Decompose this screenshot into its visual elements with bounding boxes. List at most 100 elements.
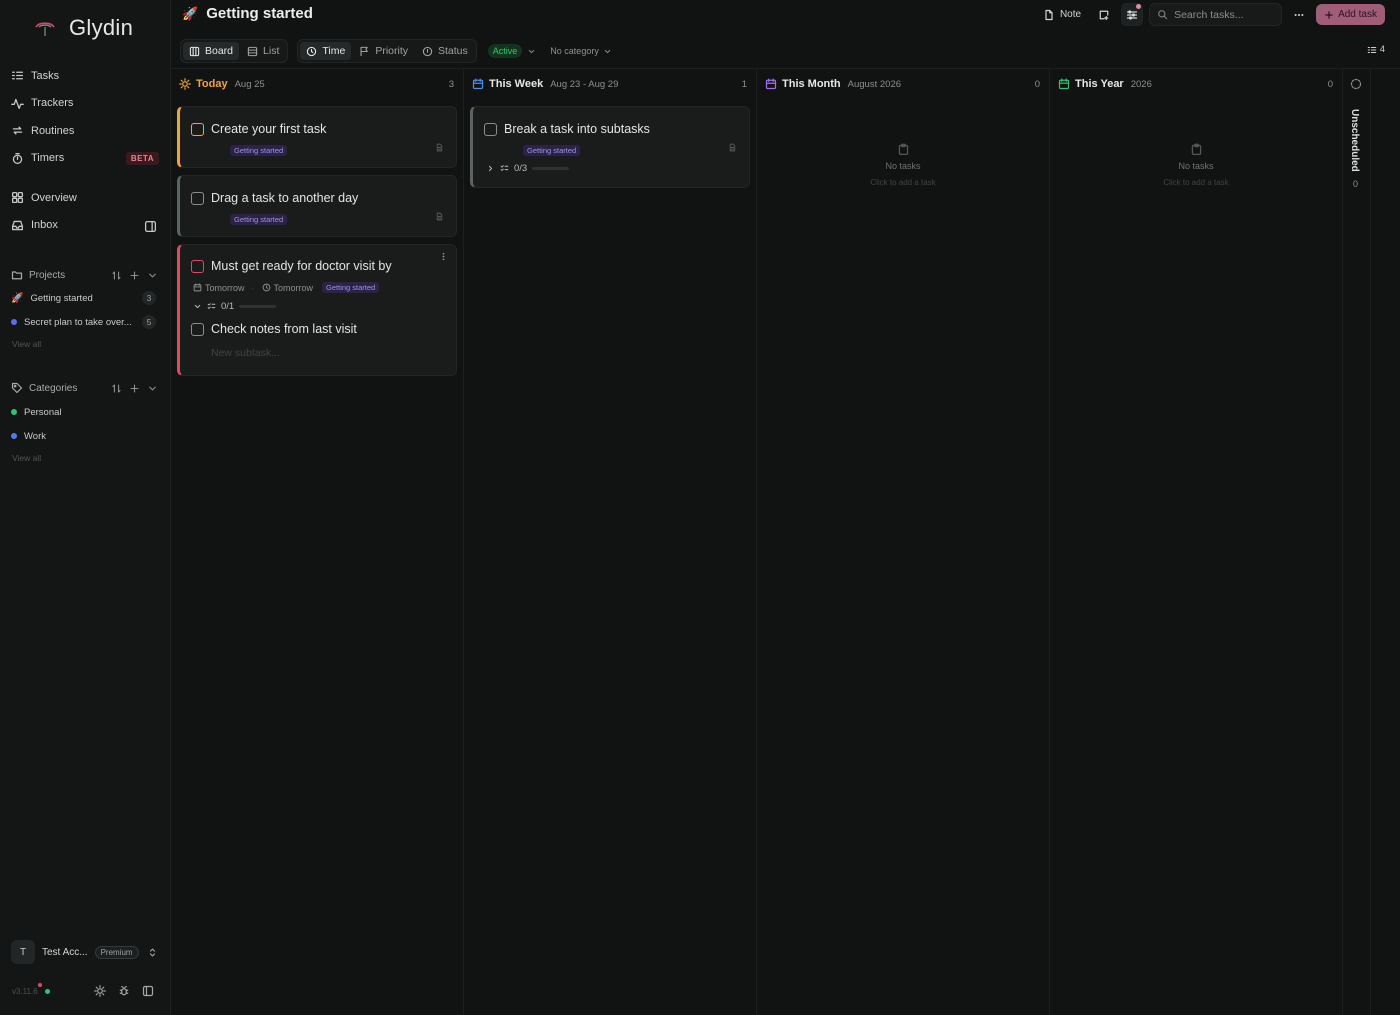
category-filter[interactable]: No category: [550, 46, 612, 56]
chevrons-up-down-icon: [147, 947, 158, 958]
clock-icon: [262, 283, 270, 292]
sidebar-item-inbox[interactable]: Inbox: [0, 212, 171, 240]
column-this-week: This Week Aug 23 - Aug 29 1 Break a task…: [464, 69, 757, 1015]
task-card[interactable]: Create your first task Getting started: [177, 106, 457, 168]
sun-icon[interactable]: [94, 985, 106, 997]
project-secret-plan[interactable]: Secret plan to take over... 5: [11, 312, 156, 332]
clipboard-icon: [1191, 143, 1201, 156]
chevron-down-icon[interactable]: [527, 47, 536, 56]
column-header: This Week Aug 23 - Aug 29 1: [472, 76, 747, 92]
group-status-tab[interactable]: Status: [416, 42, 474, 60]
categories-view-all[interactable]: View all: [12, 453, 41, 463]
filters-button[interactable]: [1121, 3, 1144, 26]
beta-badge: BETA: [125, 151, 159, 165]
empty-state[interactable]: No tasks Click to add a task: [1050, 143, 1342, 187]
sort-icon[interactable]: [111, 270, 122, 281]
column-subtitle: Aug 25: [234, 78, 265, 90]
empty-hint: Click to add a task: [870, 178, 936, 187]
category-work[interactable]: Work: [11, 426, 156, 446]
activity-icon: [11, 98, 24, 109]
plan-badge: Premium: [94, 945, 139, 959]
view-board-tab[interactable]: Board: [183, 42, 240, 60]
file-icon: [1045, 9, 1053, 20]
group-time-tab[interactable]: Time: [300, 42, 352, 60]
task-card[interactable]: Must get ready for doctor visit by Tomor…: [177, 244, 457, 376]
projects-header: Projects: [11, 267, 158, 283]
search-box[interactable]: [1149, 3, 1283, 26]
category-personal[interactable]: Personal: [11, 402, 156, 422]
task-checkbox[interactable]: [191, 122, 204, 136]
note-icon: [436, 212, 443, 221]
rocket-icon: 🚀: [11, 292, 24, 304]
view-label: Board: [205, 45, 234, 57]
sidebar-item-trackers[interactable]: Trackers: [0, 90, 171, 118]
due-time: Tomorrow: [273, 282, 314, 293]
column-unscheduled[interactable]: Unscheduled 0: [1343, 69, 1371, 1015]
more-options-button[interactable]: [1288, 3, 1310, 26]
column-subtitle: Aug 23 - Aug 29: [550, 78, 619, 90]
chevron-right-icon: [488, 165, 493, 172]
sidebar-item-routines[interactable]: Routines: [0, 117, 171, 145]
subtask-checkbox[interactable]: [191, 322, 204, 336]
app-logo[interactable]: Glydin: [33, 14, 133, 42]
column-header: Today Aug 25 3: [179, 76, 454, 92]
progress-text: 0/1: [221, 301, 235, 312]
unscheduled-label: Unscheduled: [1349, 109, 1360, 172]
column-this-year[interactable]: This Year 2026 0 No tasks Click to add a…: [1050, 69, 1343, 1015]
group-priority-tab[interactable]: Priority: [353, 42, 414, 60]
project-tag: Getting started: [230, 145, 288, 156]
sidebar-item-timers[interactable]: Timers BETA: [0, 145, 171, 173]
inbox-icon: [11, 220, 24, 230]
column-this-month[interactable]: This Month August 2026 0 No tasks Click …: [757, 69, 1050, 1015]
chevron-down-icon: [604, 49, 611, 53]
chevron-down-icon[interactable]: [147, 270, 158, 281]
empty-state[interactable]: No tasks Click to add a task: [757, 143, 1049, 187]
column-today: Today Aug 25 3 Create your first task Ge…: [171, 69, 464, 1015]
sidebar-item-label: Tasks: [31, 69, 60, 82]
task-checkbox[interactable]: [484, 122, 497, 136]
task-title: Create your first task: [211, 122, 327, 136]
tasks-icon: [11, 71, 24, 80]
account-switcher[interactable]: T Test Acc... Premium: [11, 940, 158, 964]
project-label: Secret plan to take over...: [24, 316, 132, 328]
app-name: Glydin: [69, 15, 134, 40]
view-list-tab[interactable]: List: [241, 42, 285, 60]
subtask-progress[interactable]: 0/1: [193, 301, 277, 312]
note-icon: [729, 143, 736, 152]
task-card[interactable]: Break a task into subtasks Getting start…: [470, 106, 750, 188]
sidebar-item-tasks[interactable]: Tasks: [0, 62, 171, 90]
empty-hint: Click to add a task: [1163, 178, 1229, 187]
group-label: Time: [322, 45, 346, 57]
project-getting-started[interactable]: 🚀 Getting started 3: [11, 288, 156, 308]
chevron-down-icon[interactable]: [147, 383, 158, 394]
sidebar-footer: v3.11.6: [12, 982, 154, 999]
sort-icon[interactable]: [111, 383, 122, 394]
task-card[interactable]: Drag a task to another day Getting start…: [177, 175, 457, 237]
task-checkbox[interactable]: [191, 259, 204, 273]
new-window-button[interactable]: [1093, 3, 1115, 26]
subtask-progress[interactable]: 0/3: [486, 163, 570, 174]
sidebar-item-overview[interactable]: Overview: [0, 184, 171, 212]
projects-view-all[interactable]: View all: [12, 339, 41, 349]
add-task-button[interactable]: Add task: [1316, 4, 1385, 25]
status-filter-pill[interactable]: Active: [487, 44, 523, 58]
column-count: 0: [1327, 78, 1333, 90]
update-dot: [37, 982, 42, 987]
plus-icon: [1325, 10, 1333, 19]
plus-icon[interactable]: [129, 270, 140, 281]
bug-icon[interactable]: [118, 985, 130, 997]
sidebar-item-label: Inbox: [31, 219, 58, 232]
sidebar-item-label: Routines: [31, 124, 75, 137]
new-subtask-input[interactable]: New subtask...: [211, 347, 280, 359]
panel-toggle-icon[interactable]: [144, 220, 157, 233]
due-date: Tomorrow: [205, 282, 245, 293]
task-checkbox[interactable]: [191, 191, 204, 205]
glydin-logo-icon: [35, 22, 55, 36]
note-button[interactable]: Note: [1037, 3, 1087, 26]
sidebar-toggle-icon[interactable]: [142, 985, 154, 997]
search-input[interactable]: [1174, 8, 1275, 21]
plus-icon[interactable]: [129, 383, 140, 394]
project-tag: Getting started: [523, 145, 581, 156]
more-vertical-icon[interactable]: [439, 252, 448, 261]
page-title: 🚀 Getting started: [182, 5, 313, 22]
